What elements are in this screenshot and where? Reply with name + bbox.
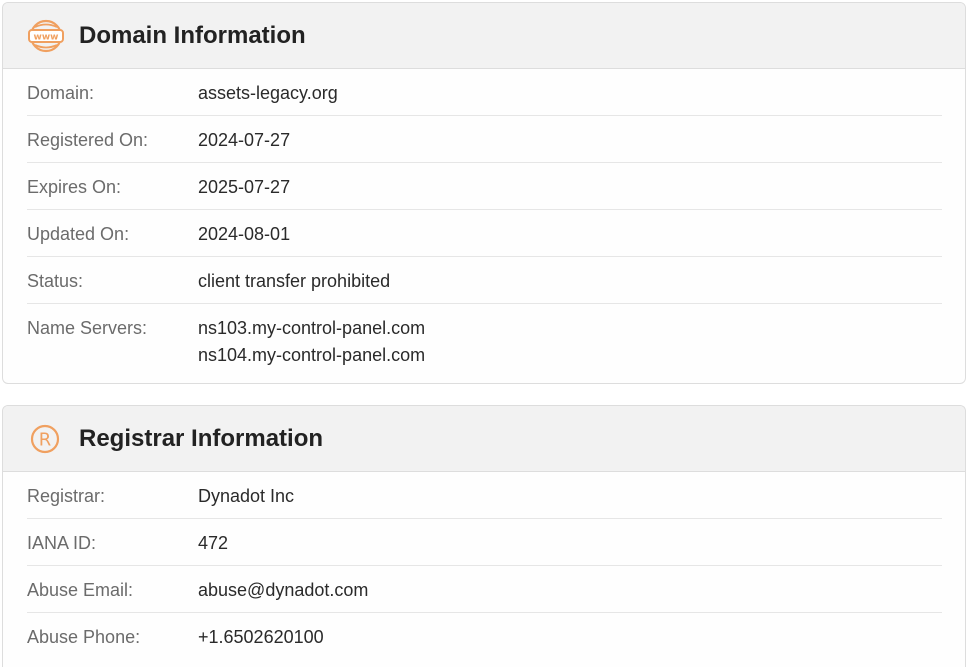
- row-iana-id: IANA ID: 472: [27, 519, 942, 566]
- label-expires-on: Expires On:: [27, 177, 122, 197]
- value-abuse-phone: +1.6502620100: [198, 627, 324, 647]
- svg-text:R: R: [39, 429, 52, 450]
- value-name-servers: ns103.my-control-panel.com ns104.my-cont…: [198, 304, 425, 369]
- row-registered-on: Registered On: 2024-07-27: [27, 116, 942, 163]
- row-updated-on: Updated On: 2024-08-01: [27, 210, 942, 257]
- label-domain: Domain:: [27, 83, 95, 103]
- label-abuse-phone: Abuse Phone:: [27, 627, 141, 647]
- row-expires-on: Expires On: 2025-07-27: [27, 163, 942, 210]
- domain-information-card: www Domain Information Domain: assets-le…: [2, 2, 966, 384]
- row-abuse-email: Abuse Email: abuse@dynadot.com: [27, 566, 942, 613]
- value-status: client transfer prohibited: [198, 271, 391, 291]
- row-name-servers: Name Servers: ns103.my-control-panel.com…: [27, 304, 942, 379]
- value-updated-on: 2024-08-01: [198, 224, 291, 244]
- label-name-servers: Name Servers:: [27, 318, 148, 338]
- value-abuse-email: abuse@dynadot.com: [198, 580, 369, 600]
- label-registered-on: Registered On:: [27, 130, 149, 150]
- www-globe-icon: www: [28, 18, 64, 54]
- domain-information-title: Domain Information: [79, 21, 306, 49]
- label-updated-on: Updated On:: [27, 224, 130, 244]
- row-domain: Domain: assets-legacy.org: [27, 69, 942, 116]
- value-registered-on: 2024-07-27: [198, 130, 291, 150]
- value-iana-id: 472: [198, 533, 229, 553]
- label-status: Status:: [27, 271, 84, 291]
- registrar-information-header: R Registrar Information: [3, 406, 965, 472]
- value-registrar: Dynadot Inc: [198, 486, 295, 506]
- label-abuse-email: Abuse Email:: [27, 580, 134, 600]
- value-expires-on: 2025-07-27: [198, 177, 291, 197]
- name-server-2: ns104.my-control-panel.com: [198, 345, 426, 365]
- value-domain: assets-legacy.org: [198, 83, 338, 103]
- name-server-1: ns103.my-control-panel.com: [198, 318, 426, 338]
- registrar-information-title: Registrar Information: [79, 424, 324, 452]
- row-abuse-phone: Abuse Phone: +1.6502620100: [27, 613, 942, 660]
- row-status: Status: client transfer prohibited: [27, 257, 942, 304]
- row-registrar: Registrar: Dynadot Inc: [27, 472, 942, 519]
- label-iana-id: IANA ID:: [27, 533, 97, 553]
- registrar-information-card: R Registrar Information Registrar: Dynad…: [2, 405, 966, 667]
- registered-trademark-icon: R: [28, 421, 64, 457]
- label-registrar: Registrar:: [27, 486, 106, 506]
- domain-information-header: www Domain Information: [3, 3, 965, 69]
- svg-text:www: www: [34, 32, 59, 42]
